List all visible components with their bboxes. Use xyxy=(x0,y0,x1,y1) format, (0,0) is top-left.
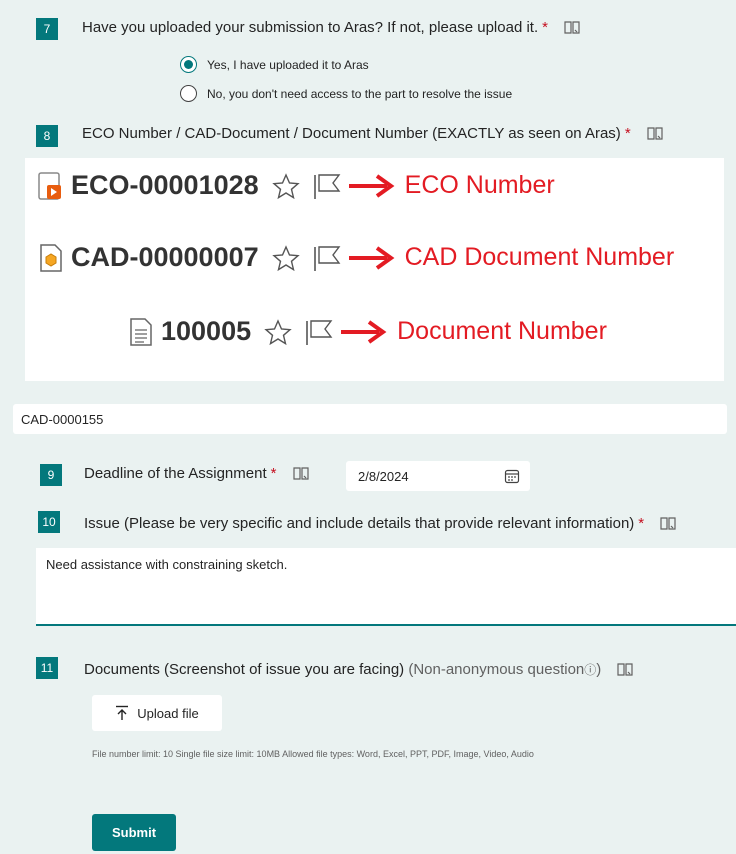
question-7-title: Have you uploaded your submission to Ara… xyxy=(82,19,580,36)
issue-textarea[interactable]: Need assistance with constraining sketch… xyxy=(36,548,736,626)
upload-file-button[interactable]: Upload file xyxy=(92,695,222,731)
immersive-reader-icon[interactable] xyxy=(617,663,634,677)
flag-icon xyxy=(313,245,341,271)
required-asterisk: * xyxy=(638,515,645,532)
q8-answer-value: CAD-0000155 xyxy=(21,412,104,427)
question-number-11: 11 xyxy=(36,657,58,679)
radio-button-selected[interactable] xyxy=(180,56,197,73)
question-10-title: Issue (Please be very specific and inclu… xyxy=(84,515,676,532)
required-asterisk: * xyxy=(270,465,277,482)
radio-label: No, you don't need access to the part to… xyxy=(207,86,513,101)
eco-code: ECO-00001028 xyxy=(71,170,259,200)
immersive-reader-icon[interactable] xyxy=(564,21,580,35)
question-11-title: Documents (Screenshot of issue you are f… xyxy=(84,661,634,678)
question-7-text: Have you uploaded your submission to Ara… xyxy=(82,19,539,36)
document-icon xyxy=(130,317,152,346)
question-number-7: 7 xyxy=(36,18,58,40)
eco-label: ECO Number xyxy=(404,171,555,199)
radio-button[interactable] xyxy=(180,85,197,102)
required-asterisk: * xyxy=(624,125,631,142)
question-9-text: Deadline of the Assignment xyxy=(84,465,267,482)
non-anonymous-note-close: ) xyxy=(596,661,602,678)
eco-document-icon xyxy=(38,171,61,200)
immersive-reader-icon[interactable] xyxy=(293,467,309,481)
submit-button[interactable]: Submit xyxy=(92,814,176,851)
star-icon xyxy=(264,318,292,345)
radio-label: Yes, I have uploaded it to Aras xyxy=(207,57,369,72)
calendar-icon[interactable] xyxy=(504,468,520,484)
star-icon xyxy=(271,172,300,199)
question-8-title: ECO Number / CAD-Document / Document Num… xyxy=(82,125,663,142)
document-code: 100005 xyxy=(161,316,252,346)
radio-option-no[interactable]: No, you don't need access to the part to… xyxy=(180,85,512,102)
red-arrow-icon xyxy=(348,173,395,198)
example-row-eco: ECO-00001028 ECO Number xyxy=(37,170,555,201)
example-image: ECO-00001028 ECO Number CAD-00000007 CAD… xyxy=(25,158,724,381)
question-10-text: Issue (Please be very specific and inclu… xyxy=(84,515,635,532)
date-value: 2/8/2024 xyxy=(358,468,409,484)
example-row-document: 100005 Document Number xyxy=(129,316,607,347)
question-9-title: Deadline of the Assignment * xyxy=(84,465,309,482)
cad-code: CAD-00000007 xyxy=(71,242,259,272)
required-asterisk: * xyxy=(542,19,548,36)
info-icon[interactable]: ⓘ xyxy=(584,663,596,677)
cad-label: CAD Document Number xyxy=(404,243,675,271)
upload-file-label: Upload file xyxy=(137,705,199,721)
star-icon xyxy=(271,244,300,271)
flag-icon xyxy=(306,319,333,345)
radio-option-yes[interactable]: Yes, I have uploaded it to Aras xyxy=(180,56,369,73)
question-number-8: 8 xyxy=(36,125,58,147)
question-number-10: 10 xyxy=(38,511,60,533)
cad-document-icon xyxy=(40,243,62,272)
upload-icon xyxy=(116,705,129,720)
red-arrow-icon xyxy=(348,245,395,270)
question-number-9: 9 xyxy=(40,464,62,486)
question-11-text: Documents (Screenshot of issue you are f… xyxy=(84,661,405,678)
document-label: Document Number xyxy=(397,317,607,345)
immersive-reader-icon[interactable] xyxy=(660,517,676,531)
question-8-text: ECO Number / CAD-Document / Document Num… xyxy=(82,125,621,142)
flag-icon xyxy=(313,173,341,199)
q8-answer-input[interactable]: CAD-0000155 xyxy=(13,404,727,434)
immersive-reader-icon[interactable] xyxy=(647,127,663,141)
non-anonymous-note: (Non-anonymous question xyxy=(408,661,585,678)
red-arrow-icon xyxy=(341,319,387,344)
issue-text-value: Need assistance with constraining sketch… xyxy=(46,557,288,572)
upload-limits-text: File number limit: 10 Single file size l… xyxy=(92,749,534,759)
deadline-date-picker[interactable]: 2/8/2024 xyxy=(346,461,530,491)
example-row-cad: CAD-00000007 CAD Document Number xyxy=(39,242,674,273)
